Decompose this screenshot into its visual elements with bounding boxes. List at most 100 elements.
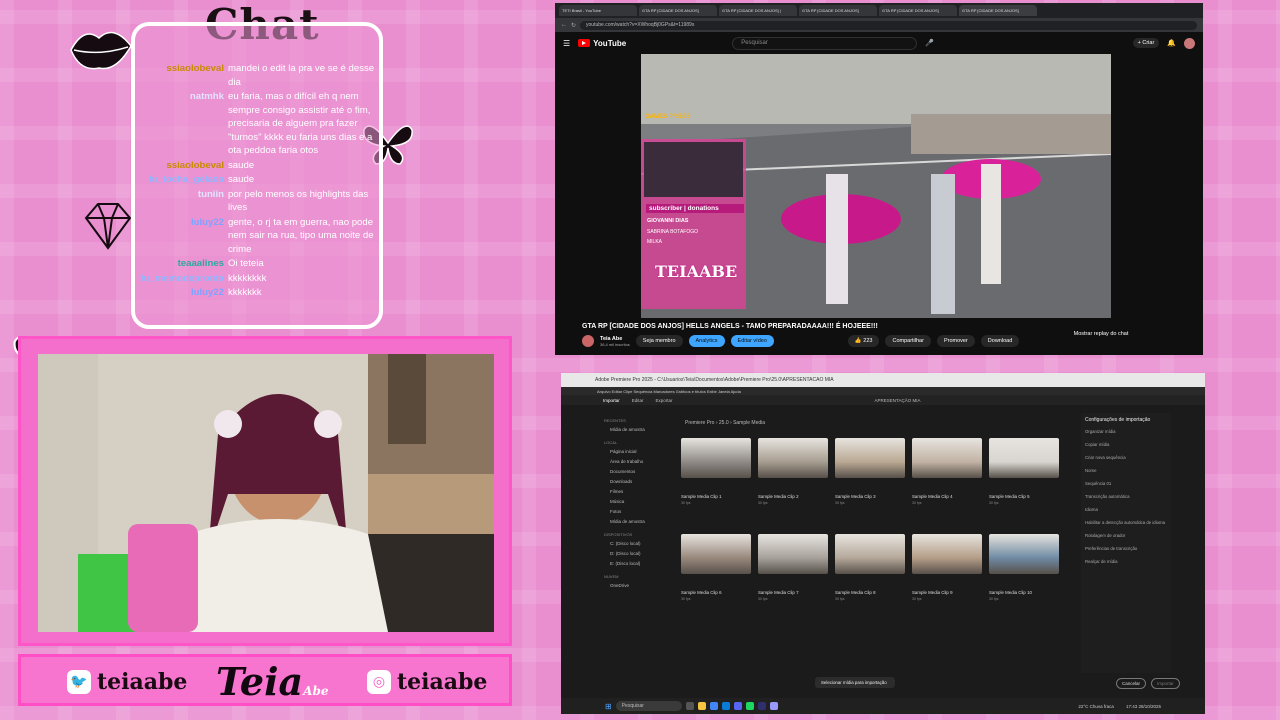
panel-option[interactable]: Transcrição automática xyxy=(1085,494,1167,499)
sidebar-item[interactable]: Filmes xyxy=(600,487,674,497)
channel-avatar[interactable] xyxy=(582,335,594,347)
sidebar-item[interactable]: Música xyxy=(600,497,674,507)
promote-button[interactable]: Promover xyxy=(936,335,975,347)
spotify-icon[interactable] xyxy=(745,702,754,710)
members-button[interactable]: Seja membro xyxy=(635,335,683,347)
panel-option[interactable]: Idioma xyxy=(1085,507,1167,512)
taskbar-weather[interactable]: 22°C Chuva fraca xyxy=(1078,704,1114,709)
chat-message: luluy22 gente, o rj ta em guerra, nao pod… xyxy=(140,216,380,257)
windows-start-icon[interactable]: ⊞ xyxy=(605,702,612,711)
project-title: APRESENTAÇÃO MIA xyxy=(874,398,921,403)
browser-tab[interactable]: TETI Brasil - YouTube xyxy=(559,5,637,16)
clip-name: Sample Media Clip 2 xyxy=(758,494,799,499)
breadcrumb[interactable]: Premiere Pro › 25.0 › Sample Media xyxy=(685,420,765,426)
chrome-icon[interactable] xyxy=(709,702,718,710)
sidebar-item[interactable]: Página inicial xyxy=(600,447,674,457)
sidebar-item[interactable]: Mídia de amostra xyxy=(600,517,674,527)
clip-tile[interactable]: Sample Media Clip 4 30 fps xyxy=(912,438,982,505)
clip-thumbnail[interactable] xyxy=(912,534,982,574)
instagram-handle: ◎ teiaabe xyxy=(367,669,487,695)
premiere-window: Adobe Premiere Pro 2025 - C:\Usuarios\Te… xyxy=(561,373,1205,714)
clip-tile[interactable]: Sample Media Clip 8 30 fps xyxy=(835,534,905,601)
browser-tab[interactable]: GTA RP [CIDADE DOS ANJOS] xyxy=(799,5,877,16)
sidebar-item[interactable]: D: (Disco local) xyxy=(600,549,674,559)
clip-tile[interactable]: Sample Media Clip 3 30 fps xyxy=(835,438,905,505)
clip-tile[interactable]: Sample Media Clip 6 30 fps xyxy=(681,534,751,601)
taskbar-search-input[interactable]: Pesquisar xyxy=(615,701,682,711)
clip-thumbnail[interactable] xyxy=(681,438,751,478)
clip-thumbnail[interactable] xyxy=(758,438,828,478)
youtube-logo[interactable]: YouTube xyxy=(578,39,626,48)
avatar[interactable] xyxy=(1184,37,1195,49)
youtube-search-input[interactable]: Pesquisar xyxy=(732,36,918,50)
obs-icon[interactable] xyxy=(757,702,766,710)
browser-tab[interactable]: GTA RP [CIDADE DOS ANJOS] xyxy=(959,5,1037,16)
chat-username: ssiaolobeval xyxy=(166,63,224,74)
taskbar-clock[interactable]: 17:43 28/10/2025 xyxy=(1126,704,1161,709)
clip-name: Sample Media Clip 9 xyxy=(912,590,953,595)
panel-option[interactable]: Criar nova sequência xyxy=(1085,455,1167,460)
clip-tile[interactable]: Sample Media Clip 1 30 fps xyxy=(681,438,751,505)
share-button[interactable]: Compartilhar xyxy=(885,335,931,347)
edit-video-button[interactable]: Editar vídeo xyxy=(730,335,774,347)
tab-edit[interactable]: Editar xyxy=(632,398,644,403)
browser-tab[interactable]: GTA RP [CIDADE DOS ANJOS] xyxy=(879,5,957,16)
tab-import[interactable]: Importar xyxy=(603,398,620,403)
premiere-menubar[interactable]: Arquivo Editar Clipe Sequência Marcadore… xyxy=(561,387,1205,395)
reload-icon[interactable]: ↻ xyxy=(571,22,576,29)
back-icon[interactable]: ← xyxy=(561,22,567,28)
bell-icon[interactable]: 🔔 xyxy=(1167,39,1176,47)
clip-tile[interactable]: Sample Media Clip 9 30 fps xyxy=(912,534,982,601)
chat-replay-button[interactable]: Mostrar replay do chat xyxy=(1033,328,1169,342)
discord-icon[interactable] xyxy=(733,702,742,710)
chat-message: ssiaolobeval mandei o edit la pra ve se é… xyxy=(140,62,380,89)
clip-thumbnail[interactable] xyxy=(835,438,905,478)
mic-icon[interactable]: 🎤 xyxy=(925,39,934,47)
panel-title: Configurações de importação xyxy=(1085,417,1151,423)
file-explorer-icon[interactable] xyxy=(697,702,706,710)
tab-export[interactable]: Exportar xyxy=(656,398,673,403)
menu-icon[interactable]: ☰ xyxy=(563,39,570,48)
sidebar-item[interactable]: C: (Disco local) xyxy=(600,539,674,549)
sidebar-item[interactable]: E: (Disco local) xyxy=(600,559,674,569)
video-player[interactable]: subscriber | donations GIOVANNI DIAS SAB… xyxy=(641,54,1111,318)
import-button[interactable]: Importar xyxy=(1151,678,1180,689)
clip-thumbnail[interactable] xyxy=(989,438,1059,478)
clip-thumbnail[interactable] xyxy=(758,534,828,574)
like-button[interactable]: 👍 223 xyxy=(847,335,880,347)
clip-meta: 30 fps xyxy=(835,501,845,505)
panel-option[interactable]: Sequência 01 xyxy=(1085,481,1167,486)
clip-tile[interactable]: Sample Media Clip 10 30 fps xyxy=(989,534,1059,601)
browser-tab[interactable]: GTA RP [CIDADE DOS ANJOS] | xyxy=(719,5,797,16)
panel-option[interactable]: Preferências de transcrição xyxy=(1085,546,1167,551)
sidebar-item[interactable]: Área de trabalho xyxy=(600,457,674,467)
premiere-icon[interactable] xyxy=(769,702,778,710)
clip-tile[interactable]: Sample Media Clip 5 30 fps xyxy=(989,438,1059,505)
panel-option[interactable]: Realçar de mídia xyxy=(1085,559,1167,564)
sidebar-item[interactable]: Fotos xyxy=(600,507,674,517)
clip-tile[interactable]: Sample Media Clip 7 30 fps xyxy=(758,534,828,601)
download-button[interactable]: Download xyxy=(980,335,1020,347)
browser-tab[interactable]: GTA RP [CIDADE DOS ANJOS] xyxy=(639,5,717,16)
clip-thumbnail[interactable] xyxy=(835,534,905,574)
clip-thumbnail[interactable] xyxy=(912,438,982,478)
sidebar-item[interactable]: Mídia de amostra xyxy=(600,425,674,435)
cancel-button[interactable]: Cancelar xyxy=(1116,678,1147,689)
clip-tile[interactable]: Sample Media Clip 2 30 fps xyxy=(758,438,828,505)
sidebar-item[interactable]: Documentos xyxy=(600,467,674,477)
clip-thumbnail[interactable] xyxy=(989,534,1059,574)
edge-icon[interactable] xyxy=(721,702,730,710)
create-button[interactable]: + Criar xyxy=(1132,38,1160,48)
analytics-button[interactable]: Analytics xyxy=(688,335,725,347)
sidebar-item[interactable]: OneDrive xyxy=(600,581,674,591)
sidebar-item[interactable]: Downloads xyxy=(600,477,674,487)
clip-thumbnail[interactable] xyxy=(681,534,751,574)
url-field[interactable]: youtube.com/watch?v=XWhoqBj0GPs&t=11989s xyxy=(580,20,1197,30)
subscriber-count: 36,4 mil inscritos xyxy=(600,341,630,347)
panel-option[interactable]: Nome xyxy=(1085,468,1167,473)
panel-option[interactable]: Rotulagem de orador xyxy=(1085,533,1167,538)
panel-option[interactable]: Habilitar a detecção automática de idiom… xyxy=(1085,520,1167,525)
panel-option[interactable]: Organizar mídia xyxy=(1085,429,1167,434)
task-view-icon[interactable] xyxy=(685,702,694,710)
panel-option[interactable]: Copiar mídia xyxy=(1085,442,1167,447)
